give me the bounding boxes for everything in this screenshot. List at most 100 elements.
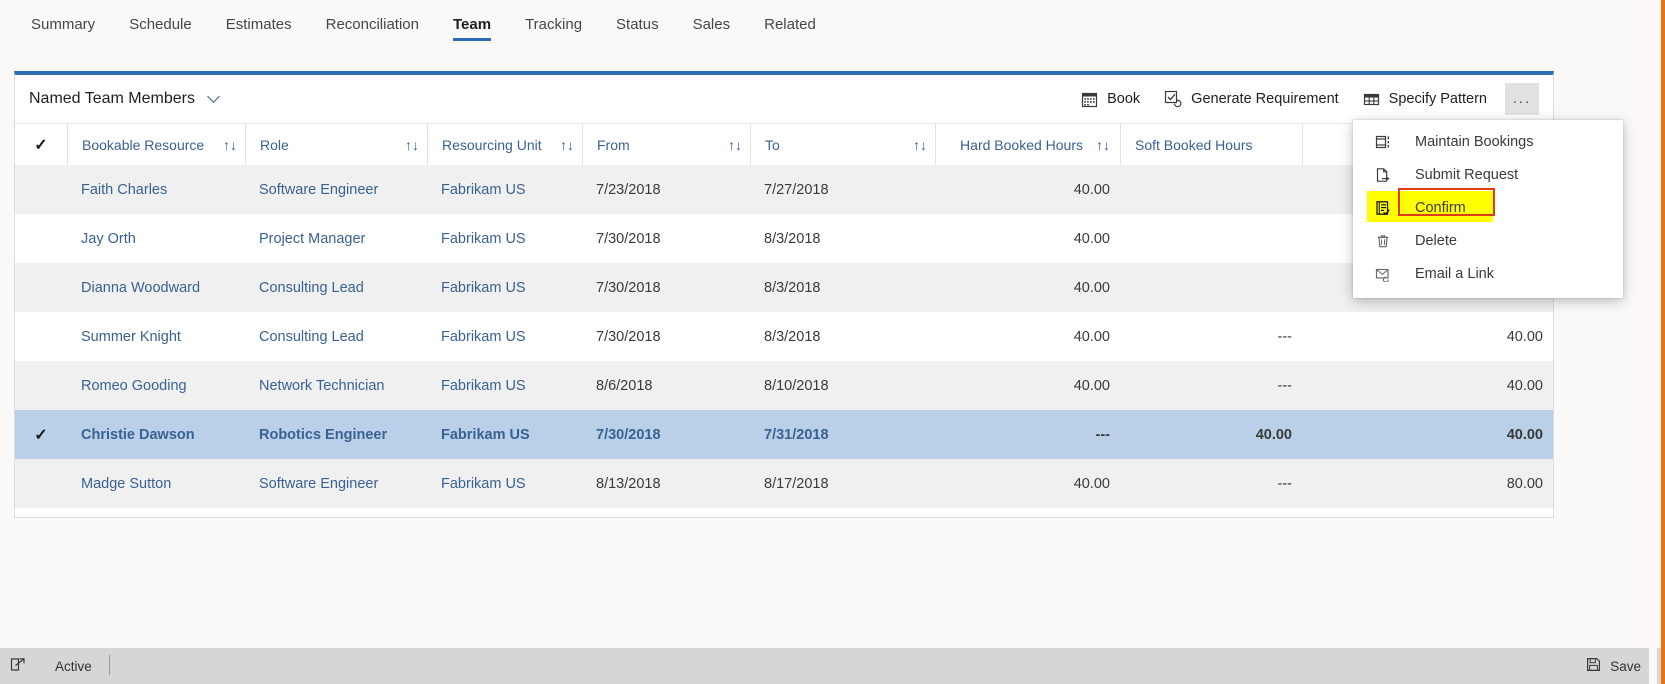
tab-estimates[interactable]: Estimates — [209, 0, 309, 47]
cell-resource[interactable]: Dianna Woodward — [67, 263, 245, 312]
app-window: Summary Schedule Estimates Reconciliatio… — [0, 0, 1665, 684]
tab-strip: Summary Schedule Estimates Reconciliatio… — [0, 0, 1661, 49]
cell-resource[interactable]: Christie Dawson — [67, 410, 245, 459]
row-select-cell[interactable] — [15, 459, 67, 508]
tab-label: Status — [616, 16, 659, 33]
table-row[interactable]: Jay Orth Project Manager Fabrikam US 7/3… — [15, 214, 1553, 263]
cell-role[interactable]: Software Engineer — [245, 459, 427, 508]
team-grid-panel: Named Team Members Book Generate Require… — [14, 71, 1554, 518]
menu-item-submit-request[interactable]: Submit Request — [1353, 158, 1623, 191]
tab-label: Summary — [31, 16, 96, 33]
cell-soft-hours: --- — [1277, 475, 1293, 492]
email-link-icon — [1373, 266, 1393, 282]
menu-item-delete[interactable]: Delete — [1353, 224, 1623, 257]
column-header-to[interactable]: To ↑↓ — [750, 123, 935, 165]
column-header-from[interactable]: From ↑↓ — [582, 123, 750, 165]
tab-sales[interactable]: Sales — [676, 0, 748, 47]
table-row[interactable]: Romeo Gooding Network Technician Fabrika… — [15, 361, 1553, 410]
column-label: Resourcing Unit — [442, 136, 542, 153]
view-selector[interactable]: Named Team Members — [29, 90, 221, 108]
row-select-cell[interactable]: ✓ — [15, 410, 67, 459]
cell-from: 7/30/2018 — [596, 426, 661, 443]
cell-unit[interactable]: Fabrikam US — [427, 214, 582, 263]
cell-resource[interactable]: Romeo Gooding — [67, 361, 245, 410]
row-select-cell[interactable] — [15, 312, 67, 361]
menu-item-maintain-bookings[interactable]: Maintain Bookings — [1353, 125, 1623, 158]
column-header-hard-booked-hours[interactable]: Hard Booked Hours ↑↓ — [935, 123, 1120, 165]
cell-role[interactable]: Robotics Engineer — [245, 410, 427, 459]
cell-unit[interactable]: Fabrikam US — [427, 263, 582, 312]
overflow-dropdown-menu: Maintain Bookings Submit Request Confirm… — [1353, 120, 1623, 298]
cell-resource[interactable]: Jay Orth — [67, 214, 245, 263]
cell-to: 8/3/2018 — [764, 230, 821, 247]
cell-resource[interactable]: Summer Knight — [67, 312, 245, 361]
row-select-cell[interactable] — [15, 263, 67, 312]
cell-role[interactable]: Network Technician — [245, 361, 427, 410]
annotation-box — [1398, 188, 1495, 216]
table-body: Faith Charles Software Engineer Fabrikam… — [15, 165, 1553, 508]
cell-hard-hours: 40.00 — [1073, 377, 1110, 394]
tab-summary[interactable]: Summary — [14, 0, 112, 47]
cell-total-hours: 40.00 — [1506, 377, 1543, 394]
row-select-cell[interactable] — [15, 361, 67, 410]
cell-from: 8/13/2018 — [596, 475, 661, 492]
cell-hard-hours: 40.00 — [1073, 475, 1110, 492]
table-row[interactable]: Summer Knight Consulting Lead Fabrikam U… — [15, 312, 1553, 361]
tab-tracking[interactable]: Tracking — [508, 0, 599, 47]
row-select-cell[interactable] — [15, 214, 67, 263]
tab-team[interactable]: Team — [436, 0, 508, 47]
open-record-icon[interactable] — [10, 657, 27, 675]
cell-to: 8/3/2018 — [764, 279, 821, 296]
team-members-table: ✓ Bookable Resource ↑↓ Role ↑↓ Resourcin… — [15, 123, 1553, 508]
overflow-menu-button[interactable]: ... — [1505, 83, 1539, 115]
column-header-soft-booked-hours[interactable]: Soft Booked Hours — [1120, 123, 1302, 165]
cell-unit[interactable]: Fabrikam US — [427, 410, 582, 459]
cell-hard-hours: --- — [1095, 426, 1111, 443]
menu-item-confirm[interactable]: Confirm — [1353, 188, 1623, 224]
tab-schedule[interactable]: Schedule — [112, 0, 209, 47]
cell-role[interactable]: Project Manager — [245, 214, 427, 263]
cell-resource[interactable]: Faith Charles — [67, 165, 245, 214]
tab-label: Tracking — [525, 16, 583, 33]
tab-status[interactable]: Status — [599, 0, 676, 47]
book-button[interactable]: Book — [1069, 84, 1152, 115]
view-title: Named Team Members — [29, 90, 195, 107]
cell-role[interactable]: Consulting Lead — [245, 312, 427, 361]
menu-item-label: Submit Request — [1415, 166, 1519, 183]
cell-hard-hours: 40.00 — [1073, 279, 1110, 296]
sort-icon: ↑↓ — [1096, 136, 1110, 153]
checkbox-refresh-icon — [1164, 90, 1182, 108]
cell-unit[interactable]: Fabrikam US — [427, 312, 582, 361]
specify-pattern-button[interactable]: Specify Pattern — [1351, 84, 1499, 115]
header-row: ✓ Bookable Resource ↑↓ Role ↑↓ Resourcin… — [15, 123, 1553, 165]
cell-from: 7/23/2018 — [596, 181, 661, 198]
save-button[interactable]: Save — [1580, 653, 1647, 679]
menu-item-email-a-link[interactable]: Email a Link — [1353, 257, 1623, 290]
status-bar: Active Save — [0, 648, 1661, 684]
right-edge-filler — [1649, 0, 1657, 684]
column-header-role[interactable]: Role ↑↓ — [245, 123, 427, 165]
tab-label: Reconciliation — [325, 16, 419, 33]
tab-related[interactable]: Related — [747, 0, 833, 47]
cell-soft-hours — [1120, 214, 1302, 263]
table-row[interactable]: Dianna Woodward Consulting Lead Fabrikam… — [15, 263, 1553, 312]
cell-unit[interactable]: Fabrikam US — [427, 165, 582, 214]
cell-unit[interactable]: Fabrikam US — [427, 361, 582, 410]
tab-reconciliation[interactable]: Reconciliation — [309, 0, 436, 47]
cell-soft-hours — [1120, 165, 1302, 214]
table-row[interactable]: Faith Charles Software Engineer Fabrikam… — [15, 165, 1553, 214]
cell-role[interactable]: Software Engineer — [245, 165, 427, 214]
table-row-selected[interactable]: ✓ Christie Dawson Robotics Engineer Fabr… — [15, 410, 1553, 459]
cell-soft-hours: --- — [1277, 377, 1293, 394]
column-header-resourcing-unit[interactable]: Resourcing Unit ↑↓ — [427, 123, 582, 165]
column-header-bookable-resource[interactable]: Bookable Resource ↑↓ — [67, 123, 245, 165]
row-select-cell[interactable] — [15, 165, 67, 214]
table-row[interactable]: Madge Sutton Software Engineer Fabrikam … — [15, 459, 1553, 508]
generate-requirement-button[interactable]: Generate Requirement — [1152, 83, 1351, 115]
cell-resource[interactable]: Madge Sutton — [67, 459, 245, 508]
select-all-header[interactable]: ✓ — [15, 123, 67, 165]
column-label: Bookable Resource — [82, 136, 205, 153]
cell-role[interactable]: Consulting Lead — [245, 263, 427, 312]
cell-unit[interactable]: Fabrikam US — [427, 459, 582, 508]
maintain-bookings-icon — [1373, 134, 1393, 150]
